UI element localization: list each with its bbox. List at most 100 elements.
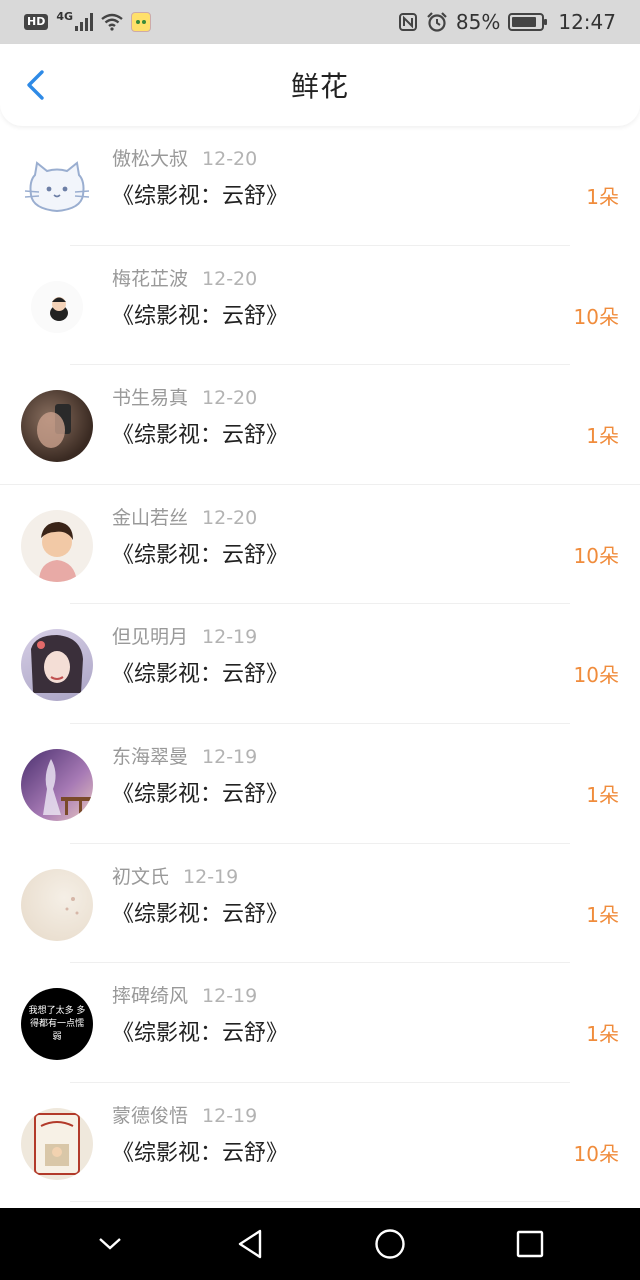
list-item[interactable]: 书生易真 12-20 《综影视：云舒》 1朵 (0, 365, 640, 485)
item-meta: 东海翠曼 12-19 (112, 742, 257, 769)
hd-icon: HD (24, 14, 49, 30)
list-item[interactable]: 我想了太多 多得都有一点懦弱 摔碑绮风 12-19 《综影视：云舒》 1朵 (0, 963, 640, 1083)
flower-count: 1朵 (586, 1022, 619, 1047)
page-title: 鲜花 (290, 70, 349, 103)
item-date: 12-19 (202, 746, 258, 768)
network-type: 4G (56, 9, 74, 23)
work-title[interactable]: 《综影视：云舒》 (112, 298, 288, 330)
home-nav-button[interactable] (368, 1222, 412, 1266)
list-item[interactable]: 梅花芷波 12-20 《综影视：云舒》 10朵 (0, 246, 640, 366)
user-name[interactable]: 梅花芷波 (112, 268, 188, 290)
battery-icon (508, 13, 548, 31)
cat-avatar-icon (24, 161, 90, 213)
status-right: 85% 12:47 (398, 10, 616, 34)
nfc-icon (398, 13, 417, 31)
list-item[interactable]: 蒙德俊悟 12-19 《综影视：云舒》 10朵 (0, 1083, 640, 1203)
item-date: 12-20 (202, 267, 258, 290)
app-header: 鲜花 (0, 44, 640, 126)
divider (70, 1201, 570, 1203)
item-date: 12-20 (202, 148, 258, 170)
item-meta: 傲松大叔 12-20 (112, 144, 257, 171)
list-item[interactable]: 金山若丝 12-20 《综影视：云舒》 10朵 (0, 485, 640, 605)
item-date: 12-19 (202, 1104, 258, 1127)
user-name[interactable]: 初文氏 (112, 866, 169, 888)
status-bar: HD 4G 85% 12:47 (0, 0, 640, 44)
signal-icon (75, 13, 94, 31)
flower-count: 10朵 (573, 663, 619, 688)
item-meta: 书生易真 12-20 (112, 383, 257, 410)
item-meta: 梅花芷波 12-20 (112, 264, 257, 291)
avatar[interactable] (21, 509, 93, 582)
user-name[interactable]: 摔碑绮风 (112, 985, 188, 1007)
work-title[interactable]: 《综影视：云舒》 (112, 776, 288, 808)
chevron-down-icon (99, 1238, 121, 1250)
flower-count: 1朵 (586, 783, 619, 807)
avatar[interactable] (21, 1107, 93, 1180)
avatar-text-image: 我想了太多 多得都有一点懦弱 (28, 1005, 86, 1042)
work-title[interactable]: 《综影视：云舒》 (112, 417, 288, 449)
photo-avatar-icon (37, 404, 71, 449)
back-nav-button[interactable] (228, 1222, 272, 1266)
work-title[interactable]: 《综影视：云舒》 (112, 1015, 288, 1047)
work-title[interactable]: 《综影视：云舒》 (112, 178, 288, 210)
item-meta: 金山若丝 12-20 (112, 503, 257, 530)
recents-square-icon (516, 1230, 544, 1258)
avatar[interactable] (21, 868, 93, 941)
work-title[interactable]: 《综影视：云舒》 (112, 1135, 288, 1167)
illustration-avatar-icon (43, 759, 93, 815)
app-notification-icon (131, 12, 152, 32)
home-circle-icon (375, 1229, 405, 1259)
cartoon-avatar-icon (31, 280, 83, 333)
user-name[interactable]: 但见明月 (112, 626, 188, 648)
item-meta: 但见明月 12-19 (112, 622, 257, 649)
avatar[interactable] (21, 151, 93, 223)
avatar[interactable]: 我想了太多 多得都有一点懦弱 (21, 988, 93, 1061)
hide-nav-button[interactable] (88, 1222, 132, 1266)
item-date: 12-20 (202, 387, 258, 410)
recents-nav-button[interactable] (508, 1222, 552, 1266)
item-date: 12-20 (202, 506, 258, 529)
girl-avatar-icon (31, 635, 83, 694)
user-name[interactable]: 东海翠曼 (112, 746, 188, 768)
flower-count: 1朵 (586, 185, 619, 209)
battery-percent: 85% (455, 10, 501, 34)
flower-count: 10朵 (573, 304, 619, 329)
poster-avatar-icon (34, 1112, 80, 1175)
list-item[interactable]: 傲松大叔 12-20 《综影视：云舒》 1朵 (0, 126, 640, 246)
user-name[interactable]: 傲松大叔 (112, 148, 188, 170)
flower-count: 10朵 (573, 543, 619, 568)
work-title[interactable]: 《综影视：云舒》 (112, 656, 288, 688)
clock: 12:47 (558, 10, 616, 34)
item-meta: 初文氏 12-19 (112, 862, 238, 889)
item-date: 12-19 (202, 626, 258, 649)
user-name[interactable]: 蒙德俊悟 (112, 1105, 188, 1127)
item-meta: 蒙德俊悟 12-19 (112, 1101, 257, 1128)
item-date: 12-19 (183, 865, 239, 888)
item-meta: 摔碑绮风 12-19 (112, 981, 257, 1008)
flower-list: 傲松大叔 12-20 《综影视：云舒》 1朵 梅花芷波 12-20 《综影视：云舒》… (0, 126, 640, 1208)
user-name[interactable]: 金山若丝 (112, 507, 188, 529)
avatar[interactable] (21, 390, 93, 463)
list-item[interactable]: 东海翠曼 12-19 《综影视：云舒》 1朵 (0, 724, 640, 844)
boy-avatar-icon (39, 521, 77, 582)
avatar[interactable] (21, 749, 93, 821)
flower-count: 10朵 (573, 1141, 619, 1166)
floral-avatar-icon (65, 896, 79, 915)
avatar[interactable] (21, 270, 93, 343)
wifi-icon (101, 13, 123, 31)
work-title[interactable]: 《综影视：云舒》 (112, 896, 288, 928)
alarm-icon (427, 12, 447, 32)
flower-count: 1朵 (586, 424, 619, 449)
back-triangle-icon (238, 1229, 262, 1259)
flower-count: 1朵 (586, 902, 619, 927)
user-name[interactable]: 书生易真 (112, 387, 188, 409)
avatar[interactable] (21, 629, 93, 702)
back-button[interactable] (18, 68, 52, 102)
item-date: 12-19 (202, 985, 258, 1008)
work-title[interactable]: 《综影视：云舒》 (112, 537, 288, 569)
list-item[interactable]: 但见明月 12-19 《综影视：云舒》 10朵 (0, 604, 640, 724)
system-nav-bar (0, 1208, 640, 1280)
status-left: HD 4G (24, 9, 152, 32)
list-item[interactable]: 初文氏 12-19 《综影视：云舒》 1朵 (0, 844, 640, 964)
chevron-left-icon (27, 70, 44, 100)
